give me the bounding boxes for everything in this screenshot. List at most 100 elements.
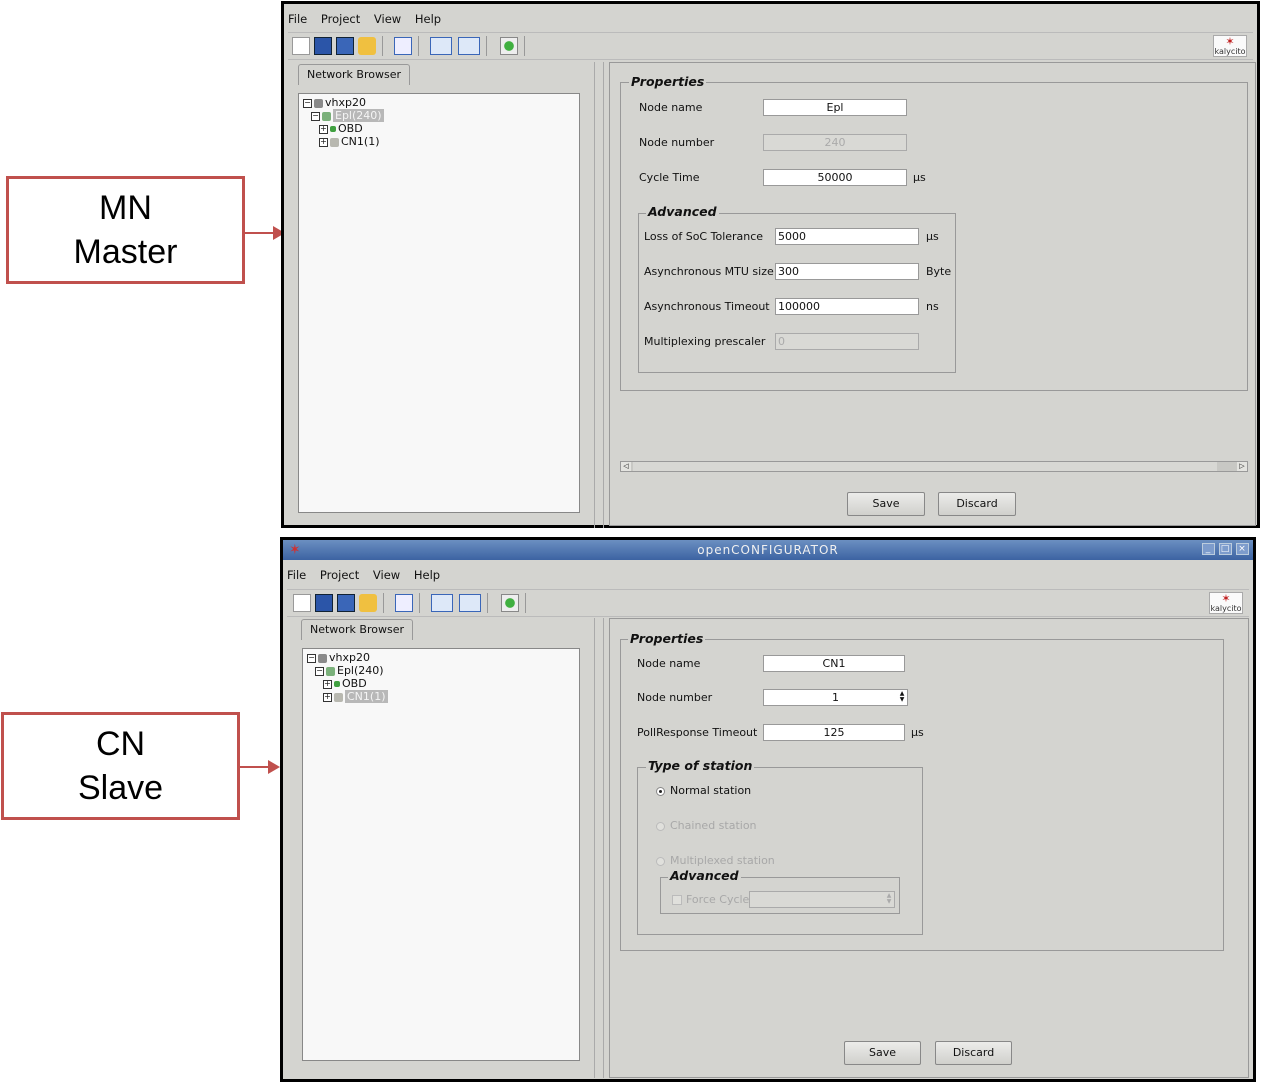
tab-network-browser[interactable]: Network Browser [298, 64, 410, 85]
obd-icon [334, 681, 340, 687]
horizontal-scrollbar[interactable]: ◁ ▷ [620, 461, 1248, 472]
tree-root[interactable]: − vhxp20 [303, 96, 366, 109]
save-all-icon[interactable] [337, 594, 355, 612]
mtu-input[interactable]: 300 [775, 263, 919, 280]
scroll-thumb[interactable] [633, 462, 1217, 471]
menu-help[interactable]: Help [414, 568, 440, 582]
cn-arrowhead [268, 760, 280, 774]
pane-splitter[interactable] [594, 62, 604, 528]
menu-help[interactable]: Help [415, 12, 441, 26]
loss-soc-input[interactable]: 5000 [775, 228, 919, 245]
node-number-label: Node number [639, 136, 715, 149]
force-cycle-checkbox: Force Cycle [672, 893, 749, 906]
save-icon[interactable] [315, 594, 333, 612]
normal-station-radio[interactable]: Normal station [656, 784, 751, 797]
expand-icon[interactable]: + [319, 124, 328, 134]
open-folder-icon[interactable] [359, 594, 377, 612]
open-folder-icon[interactable] [358, 37, 376, 55]
expand-icon[interactable]: + [319, 137, 328, 147]
tree-obd-node[interactable]: + OBD [319, 122, 363, 135]
tree-mn-node[interactable]: − Epl(240) [315, 664, 384, 677]
node-name-input[interactable]: Epl [763, 99, 907, 116]
expand-icon[interactable]: + [323, 679, 332, 689]
node-number-label: Node number [637, 691, 713, 704]
checkbox-icon [672, 895, 682, 905]
tree-cn-node[interactable]: + CN1(1) [323, 690, 388, 703]
tab-network-browser[interactable]: Network Browser [301, 619, 413, 640]
menu-project[interactable]: Project [320, 568, 359, 582]
radio-icon [656, 821, 665, 831]
toolbar-separator [524, 36, 525, 56]
poll-timeout-unit: µs [911, 726, 924, 739]
multiplexed-station-radio: Multiplexed station [656, 854, 775, 867]
mn-node-icon [322, 111, 331, 121]
station-advanced-legend: Advanced [668, 868, 741, 883]
save-button[interactable]: Save [847, 492, 925, 516]
close-icon[interactable]: × [1236, 543, 1249, 555]
node-name-input[interactable]: CN1 [763, 655, 905, 672]
collapse-icon[interactable]: − [311, 111, 320, 121]
poll-timeout-input[interactable]: 125 [763, 724, 905, 741]
tree-obd-node[interactable]: + OBD [323, 677, 367, 690]
multiplexed-station-label: Multiplexed station [670, 854, 775, 867]
cycle-time-input[interactable]: 50000 [763, 169, 907, 186]
menu-view[interactable]: View [373, 568, 400, 582]
tree-cn-node[interactable]: + CN1(1) [319, 135, 380, 148]
toolbar: ✶ kalycito [287, 589, 1249, 617]
new-file-icon[interactable] [292, 37, 310, 55]
minimize-icon[interactable]: _ [1202, 543, 1215, 555]
menu-project[interactable]: Project [321, 12, 360, 26]
view-icon[interactable] [394, 37, 412, 55]
menu-file[interactable]: File [288, 12, 307, 26]
callout-cn-line2: Slave [77, 769, 164, 807]
callout-cn-line1: CN [95, 725, 146, 763]
menu-file[interactable]: File [287, 568, 306, 582]
build-icon[interactable] [430, 37, 452, 55]
async-timeout-input[interactable]: 100000 [775, 298, 919, 315]
save-icon[interactable] [314, 37, 332, 55]
normal-station-label: Normal station [670, 784, 752, 797]
mux-prescaler-label: Multiplexing prescaler [644, 335, 766, 348]
collapse-icon[interactable]: − [303, 98, 312, 108]
cn-arrow [240, 766, 270, 768]
menu-bar: File Project View Help [287, 565, 1249, 585]
menu-bar: File Project View Help [288, 9, 1253, 29]
radio-selected-icon[interactable] [656, 786, 665, 796]
discard-button[interactable]: Discard [938, 492, 1016, 516]
cn-node-icon [330, 137, 339, 147]
pane-splitter[interactable] [594, 618, 604, 1078]
tree-root[interactable]: − vhxp20 [307, 651, 370, 664]
cn-slave-callout: CN Slave [1, 712, 240, 820]
toolbar-separator [487, 593, 488, 613]
force-cycle-label: Force Cycle [686, 893, 750, 906]
new-file-icon[interactable] [293, 594, 311, 612]
station-type-legend: Type of station [646, 758, 755, 773]
transfer-icon[interactable] [500, 37, 518, 55]
collapse-icon[interactable]: − [307, 653, 316, 663]
save-all-icon[interactable] [336, 37, 354, 55]
properties-panel: Properties Node name CN1 Node number 1 ▲… [609, 618, 1249, 1078]
scroll-right-icon[interactable]: ▷ [1237, 462, 1247, 471]
node-number-spinner[interactable]: 1 ▲ ▼ [763, 689, 908, 706]
transfer-icon[interactable] [501, 594, 519, 612]
network-tree: − vhxp20 − Epl(240) + OBD + CN1(1) [298, 93, 580, 513]
kalycito-logo: ✶ kalycito [1209, 592, 1243, 614]
kalycito-logo: ✶ kalycito [1213, 35, 1247, 57]
loss-soc-label: Loss of SoC Tolerance [644, 230, 764, 243]
poll-timeout-label: PollResponse Timeout [637, 726, 758, 739]
clean-icon[interactable] [459, 594, 481, 612]
save-button[interactable]: Save [844, 1041, 921, 1065]
build-icon[interactable] [431, 594, 453, 612]
collapse-icon[interactable]: − [315, 666, 324, 676]
discard-button[interactable]: Discard [935, 1041, 1012, 1065]
menu-view[interactable]: View [374, 12, 401, 26]
expand-icon[interactable]: + [323, 692, 332, 702]
clean-icon[interactable] [458, 37, 480, 55]
view-icon[interactable] [395, 594, 413, 612]
maximize-icon[interactable]: □ [1219, 543, 1232, 555]
scroll-left-icon[interactable]: ◁ [621, 462, 631, 471]
mn-arrow [245, 232, 275, 234]
chained-station-label: Chained station [670, 819, 757, 832]
spinner-arrows-icon[interactable]: ▲ ▼ [898, 691, 906, 704]
tree-mn-node[interactable]: − Epl(240) [311, 109, 384, 122]
